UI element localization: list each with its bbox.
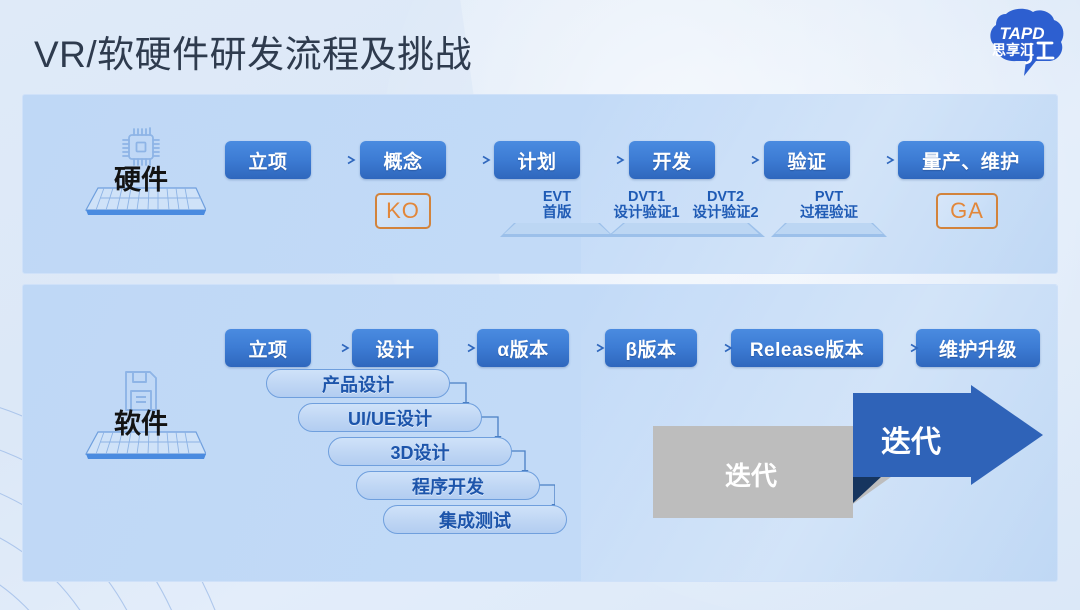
hardware-stage-0[interactable]: 立项 (225, 141, 311, 179)
hardware-connector-4 (854, 155, 895, 165)
hardware-sub-verify: PVT 过程验证 (771, 189, 887, 221)
hardware-connector-2 (584, 155, 625, 165)
hardware-connector-1 (450, 155, 491, 165)
cpu-chip-icon (122, 127, 160, 166)
hardware-stage-1[interactable]: 概念 (360, 141, 446, 179)
panel-gloss-hardware (581, 95, 1057, 273)
hardware-category-label: 硬件 (114, 165, 168, 195)
software-connector-0 (315, 343, 350, 353)
iteration-blue-label: 迭代 (881, 426, 941, 459)
software-stage-1[interactable]: 设计 (352, 329, 438, 367)
hardware-sub-verify-code: PVT (814, 189, 844, 205)
iteration-blue-arrow: 迭代 (853, 385, 1071, 503)
tapd-sixianghui-logo: TAPD 思享汇 (990, 8, 1064, 77)
hardware-sub-dev-2-name: 设计验证2 (692, 205, 759, 222)
hardware-stage-5[interactable]: 量产、维护 (898, 141, 1044, 179)
hardware-sub-dev-2: DVT2 设计验证2 (686, 189, 765, 221)
hardware-stage-4[interactable]: 验证 (764, 141, 850, 179)
iteration-gray-label: 迭代 (724, 461, 777, 491)
software-stage-4[interactable]: Release版本 (731, 329, 883, 367)
hardware-sub-plan-name: 首版 (542, 205, 572, 222)
hardware-badge-ga: GA (936, 193, 998, 229)
hardware-sub-dev-1-name: 设计验证1 (613, 205, 680, 222)
hardware-category: 硬件 (61, 123, 221, 218)
hardware-sub-plan: EVT 首版 (500, 189, 614, 221)
software-connector-1 (441, 343, 476, 353)
software-panel: 软件 立项 设计 α版本 β版本 Release版本 维护升级 产品设计 UI/… (22, 284, 1058, 582)
software-cascade-1[interactable]: UI/UE设计 (298, 403, 482, 432)
hardware-badge-ko: KO (375, 193, 431, 229)
hardware-platform-verify (771, 223, 887, 237)
software-connector-4 (886, 343, 919, 353)
software-cascade-4[interactable]: 集成测试 (383, 505, 567, 534)
hardware-platform-plan (500, 223, 614, 237)
cascade-elbow-connectors (449, 382, 555, 510)
logo-text-tapd: TAPD (999, 24, 1044, 43)
hardware-stage-3[interactable]: 开发 (629, 141, 715, 179)
software-cascade-3[interactable]: 程序开发 (356, 471, 540, 500)
software-stage-3[interactable]: β版本 (605, 329, 697, 367)
page-title: VR/软硬件研发流程及挑战 (34, 34, 473, 75)
hardware-platform-dev (607, 223, 765, 237)
software-stage-0[interactable]: 立项 (225, 329, 311, 367)
hardware-stage-2[interactable]: 计划 (494, 141, 580, 179)
hardware-connector-0 (315, 155, 356, 165)
hardware-connector-3 (719, 155, 760, 165)
hardware-sub-plan-code: EVT (542, 189, 572, 205)
software-stage-2[interactable]: α版本 (477, 329, 569, 367)
software-cascade-2[interactable]: 3D设计 (328, 437, 512, 466)
hardware-panel: 硬件 立项 概念 计划 开发 验证 量产、维护 EVT 首版 DVT1 设计验证… (22, 94, 1058, 274)
software-category: 软件 (61, 367, 221, 462)
software-connector-2 (572, 343, 605, 353)
logo-text-sixianghui: 思享汇 (992, 42, 1034, 58)
hardware-sub-verify-name: 过程验证 (800, 205, 858, 222)
hardware-sub-dev: DVT1 设计验证1 DVT2 设计验证2 (607, 189, 765, 221)
floppy-disk-icon (125, 371, 157, 411)
hardware-sub-dev-2-code: DVT2 (706, 189, 745, 205)
software-connector-3 (700, 343, 733, 353)
software-category-label: 软件 (114, 409, 168, 439)
hardware-sub-dev-1-code: DVT1 (627, 189, 666, 205)
software-cascade-0[interactable]: 产品设计 (266, 369, 450, 398)
software-stage-5[interactable]: 维护升级 (916, 329, 1040, 367)
hardware-sub-dev-1: DVT1 设计验证1 (607, 189, 686, 221)
